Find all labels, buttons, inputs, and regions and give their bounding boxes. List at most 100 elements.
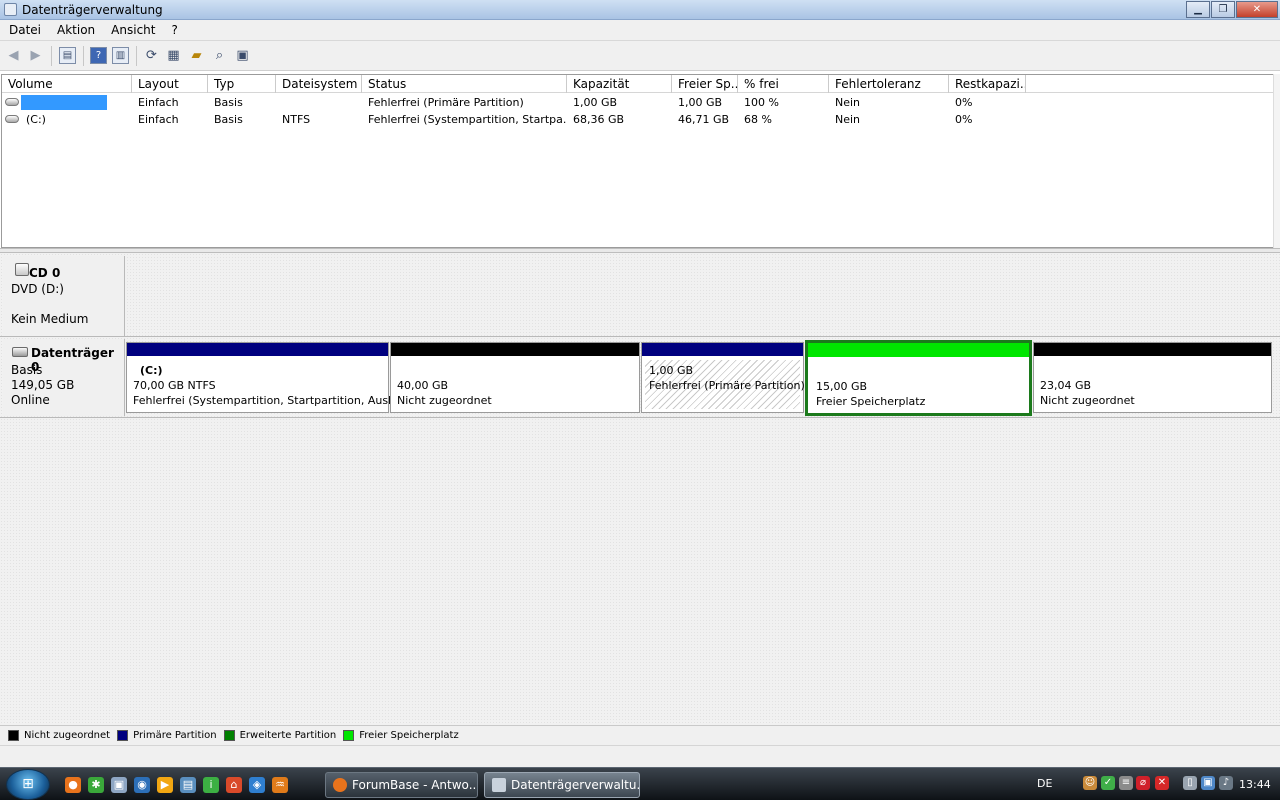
volume-name-selected[interactable]	[21, 95, 107, 110]
partition-unallocated-1[interactable]: 40,00 GB Nicht zugeordnet	[390, 342, 640, 413]
console-tree-icon[interactable]: ▤	[59, 47, 76, 64]
cell-prozent: 100 %	[744, 96, 779, 109]
legend-label: Nicht zugeordnet	[24, 730, 111, 741]
menu-datei[interactable]: Datei	[0, 23, 48, 37]
legend-swatch	[223, 730, 235, 741]
partition-c[interactable]: (C:) 70,00 GB NTFS Fehlerfrei (Systempar…	[126, 342, 398, 413]
table-row[interactable]: (C:) Einfach Basis NTFS Fehlerfrei (Syst…	[2, 111, 1274, 128]
help-icon[interactable]: ?	[90, 47, 107, 64]
properties-icon[interactable]: ▦	[165, 47, 182, 64]
clock[interactable]: 13:44	[1239, 778, 1271, 791]
quicklaunch-icon[interactable]: i	[203, 777, 219, 793]
cell-volume: (C:)	[26, 113, 46, 126]
cell-prozent: 68 %	[744, 113, 772, 126]
column-status[interactable]: Status	[362, 75, 567, 93]
disk0-label[interactable]: Datenträger 0 Basis 149,05 GB Online	[3, 339, 125, 416]
cell-layout: Einfach	[138, 113, 179, 126]
quicklaunch-icon[interactable]: ▤	[180, 777, 196, 793]
tray-icon[interactable]: ✕	[1155, 776, 1169, 790]
quicklaunch-icon[interactable]: ✱	[88, 777, 104, 793]
column-freier-speicher[interactable]: Freier Sp...	[672, 75, 738, 93]
language-indicator[interactable]: DE	[1037, 777, 1052, 790]
task-button-disk-management[interactable]: Datenträgerverwaltu...	[484, 772, 640, 798]
title-bar: Datenträgerverwaltung ▁ ❐ ✕	[0, 0, 1280, 20]
table-row[interactable]: Einfach Basis Fehlerfrei (Primäre Partit…	[2, 94, 1274, 111]
cell-kapazitaet: 68,36 GB	[573, 113, 625, 126]
back-arrow-icon[interactable]: ◀	[5, 47, 22, 64]
menu-aktion[interactable]: Aktion	[48, 23, 102, 37]
start-button[interactable]: ⊞	[6, 769, 50, 800]
window-title: Datenträgerverwaltung	[22, 3, 163, 17]
column-fehlertoleranz[interactable]: Fehlertoleranz	[829, 75, 949, 93]
column-prozent-frei[interactable]: % frei	[738, 75, 829, 93]
cell-kapazitaet: 1,00 GB	[573, 96, 618, 109]
cell-status: Fehlerfrei (Systempartition, Startpa...	[368, 113, 567, 126]
partition-free-space[interactable]: 15,00 GB Freier Speicherplatz	[805, 340, 1032, 416]
disk0-type: Basis	[11, 363, 43, 377]
partition-bar	[1034, 343, 1271, 356]
cell-dateisystem	[276, 94, 282, 111]
legend-label: Freier Speicherplatz	[359, 730, 459, 741]
partition-size: 15,00 GB	[816, 380, 868, 393]
disk-management-icon	[492, 778, 506, 792]
firefox-quicklaunch-icon[interactable]: ●	[65, 777, 81, 793]
toolbar-separator	[51, 46, 52, 66]
partition-bar	[808, 343, 1029, 357]
drive-icon	[5, 115, 19, 123]
cell-rest: 0%	[955, 96, 973, 109]
column-volume[interactable]: Volume	[2, 75, 132, 93]
toolbar-separator	[83, 46, 84, 66]
partition-primary-1gb[interactable]: 1,00 GB Fehlerfrei (Primäre Partition)	[641, 342, 805, 413]
taskbar: ⊞ ● ✱ ▣ ◉ ▶ ▤ i ⌂ ◈ ♒ ForumBase - Antwo.…	[0, 767, 1280, 800]
cd0-name: CD 0	[29, 266, 61, 280]
forward-arrow-icon[interactable]: ▶	[27, 47, 44, 64]
disk-check-icon[interactable]: ▣	[234, 47, 251, 64]
menu-help[interactable]: ?	[162, 23, 184, 37]
tray-user-icon[interactable]: ☺	[1083, 776, 1097, 790]
volume-list-scrollbar[interactable]	[1273, 74, 1280, 250]
row-divider	[0, 336, 1280, 337]
action-pane-icon[interactable]: ▥	[112, 47, 129, 64]
quicklaunch-icon[interactable]: ◉	[134, 777, 150, 793]
cell-typ: Basis	[214, 96, 243, 109]
menu-ansicht[interactable]: Ansicht	[102, 23, 162, 37]
menu-bar: Datei Aktion Ansicht ?	[0, 20, 1280, 41]
column-kapazitaet[interactable]: Kapazität	[567, 75, 672, 93]
tray-icon[interactable]: ✓	[1101, 776, 1115, 790]
antivirus-icon[interactable]: ⌀	[1136, 776, 1150, 790]
column-layout[interactable]: Layout	[132, 75, 208, 93]
app-icon[interactable]	[4, 3, 17, 16]
volume-icon[interactable]: ♪	[1219, 776, 1233, 790]
legend: Nicht zugeordnet Primäre Partition Erwei…	[0, 725, 1280, 745]
quicklaunch-icon[interactable]: ▣	[111, 777, 127, 793]
toolbar-separator	[136, 46, 137, 66]
partition-unallocated-2[interactable]: 23,04 GB Nicht zugeordnet	[1033, 342, 1272, 413]
toolbar: ◀ ▶ ▤ ? ▥ ⟳ ▦ ▰ ⌕ ▣	[0, 41, 1280, 71]
open-folder-icon[interactable]: ▰	[188, 47, 205, 64]
quicklaunch-icon[interactable]: ♒	[272, 777, 288, 793]
close-button[interactable]: ✕	[1236, 1, 1278, 18]
volume-list-header: Volume Layout Typ Dateisystem Status Kap…	[2, 75, 1274, 93]
network-icon[interactable]: ▣	[1201, 776, 1215, 790]
quicklaunch-icon[interactable]: ▶	[157, 777, 173, 793]
refresh-icon[interactable]: ⟳	[143, 47, 160, 64]
column-restkapazitaet[interactable]: Restkapazi...	[949, 75, 1026, 93]
quicklaunch-icon[interactable]: ⌂	[226, 777, 242, 793]
task-button-forumbase[interactable]: ForumBase - Antwo...	[325, 772, 478, 798]
tray-icon[interactable]: ≡	[1119, 776, 1133, 790]
disk0-status: Online	[11, 393, 50, 407]
cell-dateisystem: NTFS	[282, 113, 311, 126]
partition-bar	[642, 343, 803, 356]
quicklaunch-icon[interactable]: ◈	[249, 777, 265, 793]
maximize-button[interactable]: ❐	[1211, 1, 1235, 18]
search-icon[interactable]: ⌕	[211, 47, 228, 64]
cell-fehlertoleranz: Nein	[835, 113, 861, 126]
column-typ[interactable]: Typ	[208, 75, 276, 93]
minimize-button[interactable]: ▁	[1186, 1, 1210, 18]
safely-remove-icon[interactable]: ▯	[1183, 776, 1197, 790]
drive-icon	[5, 98, 19, 106]
hard-disk-icon	[12, 347, 28, 357]
column-dateisystem[interactable]: Dateisystem	[276, 75, 362, 93]
task-label: Datenträgerverwaltu...	[511, 778, 640, 792]
cd0-label[interactable]: CD 0 DVD (D:) Kein Medium	[3, 256, 125, 336]
